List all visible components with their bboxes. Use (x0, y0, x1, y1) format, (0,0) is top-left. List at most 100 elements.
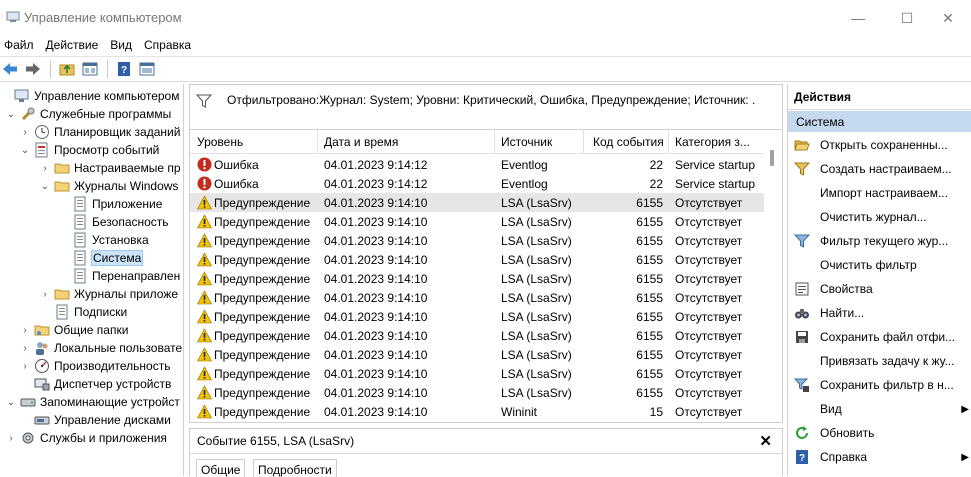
table-row[interactable]: Предупреждение 04.01.2023 9:14:10 LSA (Lsa… (190, 345, 764, 364)
tree-item[interactable]: ⌄ Просмотр событий (20, 141, 159, 159)
tree-item[interactable]: Управление компьютером (л (0, 87, 183, 105)
table-row[interactable]: Предупреждение 04.01.2023 9:14:10 LSA (Lsa… (190, 193, 764, 212)
tree-item[interactable]: Подписки (40, 303, 127, 321)
expand-chevron-icon[interactable]: › (20, 325, 30, 336)
divider (190, 453, 782, 454)
vertical-scrollbar[interactable] (765, 130, 782, 422)
tree-item[interactable]: ⌄ Журналы Windows (40, 177, 179, 195)
tree-item[interactable]: Управление дисками (20, 411, 171, 429)
column-separator[interactable] (494, 130, 495, 154)
help-button[interactable]: ? (114, 59, 134, 79)
tree-item[interactable]: Приложение (58, 195, 162, 213)
performance-icon (34, 358, 50, 374)
tree-item[interactable]: › Службы и приложения (6, 429, 167, 447)
tree-item[interactable]: ⌄ Служебные программы (6, 105, 171, 123)
action-item[interactable]: Вид ▶ (788, 398, 971, 420)
expand-chevron-icon[interactable]: › (20, 361, 30, 372)
column-header-category[interactable]: Категория з... (675, 135, 750, 149)
action-item[interactable]: Найти... (788, 302, 971, 324)
expand-chevron-icon[interactable]: › (20, 343, 30, 354)
expand-chevron-icon[interactable]: › (40, 163, 50, 174)
column-header-event-code[interactable]: Код события (593, 135, 664, 149)
table-row[interactable]: Ошибка 04.01.2023 9:14:12 Eventlog 22 Servic… (190, 174, 764, 193)
tree-item[interactable]: Диспетчер устройств (20, 375, 171, 393)
table-row[interactable]: Ошибка03.01.2023 20:59:27Eventlog22Servi… (190, 421, 764, 422)
tree-item[interactable]: Установка (58, 231, 149, 249)
menu-action[interactable]: Действие (42, 38, 105, 52)
tree-item-label: Приложение (92, 197, 163, 211)
column-separator[interactable] (668, 130, 669, 154)
menu-view[interactable]: Вид (106, 38, 138, 52)
forward-button[interactable] (23, 59, 43, 79)
action-item[interactable]: Очистить журнал... (788, 206, 971, 228)
close-button[interactable]: ✕ (925, 4, 971, 32)
collapse-chevron-icon[interactable]: ⌄ (40, 181, 50, 192)
table-row[interactable]: Предупреждение 04.01.2023 9:14:10 LSA (Lsa… (190, 250, 764, 269)
expand-chevron-icon[interactable]: › (40, 289, 50, 300)
event-code-cell: 22 (649, 158, 663, 172)
tree-item-label: Просмотр событий (54, 143, 160, 157)
column-header-level[interactable]: Уровень (197, 135, 243, 149)
tree-item[interactable]: Перенаправлен (58, 267, 180, 285)
minimize-button[interactable]: — (835, 4, 881, 32)
table-row[interactable]: Предупреждение 04.01.2023 9:14:10 LSA (Lsa… (190, 326, 764, 345)
tree-item-label: Управление дисками (54, 413, 171, 427)
table-row[interactable]: Предупреждение 04.01.2023 9:14:10 LSA (Lsa… (190, 231, 764, 250)
tree-item[interactable]: › Планировщик заданий (20, 123, 180, 141)
table-row[interactable]: Предупреждение 04.01.2023 9:14:10 LSA (Lsa… (190, 383, 764, 402)
action-item[interactable]: Сохранить фильтр в н... (788, 374, 971, 396)
tab-details[interactable]: Подробности (253, 459, 337, 477)
table-row[interactable]: Ошибка 04.01.2023 9:14:12 Eventlog 22 Servic… (190, 155, 764, 174)
action-item[interactable]: ? Справка ▶ (788, 446, 971, 468)
up-level-button[interactable] (57, 59, 77, 79)
column-separator[interactable] (317, 130, 318, 154)
show-hide-tree-button[interactable] (80, 59, 100, 79)
scrollbar-thumb[interactable] (770, 150, 774, 166)
tree-item-label: Службы и приложения (40, 431, 167, 445)
menu-help[interactable]: Справка (140, 38, 197, 52)
action-item[interactable]: Фильтр текущего жур... (788, 230, 971, 252)
column-header-date[interactable]: Дата и время (324, 135, 398, 149)
table-row[interactable]: Предупреждение 04.01.2023 9:14:10 LSA (Lsa… (190, 269, 764, 288)
collapse-chevron-icon[interactable]: ⌄ (6, 397, 16, 408)
event-code-cell: 6155 (636, 196, 663, 210)
table-row[interactable]: Предупреждение 04.01.2023 9:14:10 LSA (Lsa… (190, 288, 764, 307)
tree-item[interactable]: ⌄ Запоминающие устройст (6, 393, 180, 411)
close-detail-icon[interactable]: ✕ (759, 432, 772, 450)
tree-item[interactable]: Система (58, 249, 144, 267)
expand-chevron-icon[interactable]: › (6, 433, 16, 444)
action-item[interactable]: Открыть сохраненны... (788, 134, 971, 156)
collapse-chevron-icon[interactable]: ⌄ (6, 109, 16, 120)
table-row[interactable]: Предупреждение 04.01.2023 9:14:10 LSA (Lsa… (190, 364, 764, 383)
menu-file[interactable]: Файл (0, 38, 40, 52)
warning-icon (196, 404, 213, 419)
table-row[interactable]: Предупреждение 04.01.2023 9:14:10 Wininit 1… (190, 402, 764, 421)
tree-item[interactable]: › Настраиваемые пр (40, 159, 180, 177)
date-cell: 04.01.2023 9:14:12 (324, 158, 428, 172)
level-cell: Предупреждение (214, 405, 311, 419)
action-item[interactable]: Привязать задачу к жу... (788, 350, 971, 372)
actions-section-system[interactable]: Система (788, 111, 971, 132)
action-item[interactable]: Свойства (788, 278, 971, 300)
tree-item[interactable]: Безопасность (58, 213, 169, 231)
table-row[interactable]: Предупреждение 04.01.2023 9:14:10 LSA (Lsa… (190, 307, 764, 326)
expand-chevron-icon[interactable]: › (20, 127, 30, 138)
action-item[interactable]: Создать настраиваем... (788, 158, 971, 180)
show-action-pane-button[interactable] (137, 59, 157, 79)
tree-item[interactable]: › Общие папки (20, 321, 128, 339)
tab-general[interactable]: Общие (196, 459, 246, 477)
action-item[interactable]: Очистить фильтр (788, 254, 971, 276)
maximize-button[interactable]: ☐ (884, 4, 930, 32)
column-separator[interactable] (583, 130, 584, 154)
collapse-chevron-icon[interactable]: ⌄ (20, 145, 30, 156)
tree-item[interactable]: › Журналы приложе (40, 285, 178, 303)
table-row[interactable]: Предупреждение 04.01.2023 9:14:10 LSA (Lsa… (190, 212, 764, 231)
back-button[interactable] (0, 59, 20, 79)
action-item-label: Создать настраиваем... (820, 162, 952, 176)
action-item[interactable]: Обновить (788, 422, 971, 444)
action-item[interactable]: Импорт настраиваем... (788, 182, 971, 204)
tree-item[interactable]: › Локальные пользовате (20, 339, 182, 357)
action-item[interactable]: Сохранить файл отфи... (788, 326, 971, 348)
tree-item[interactable]: › Производительность (20, 357, 170, 375)
column-header-source[interactable]: Источник (501, 135, 552, 149)
